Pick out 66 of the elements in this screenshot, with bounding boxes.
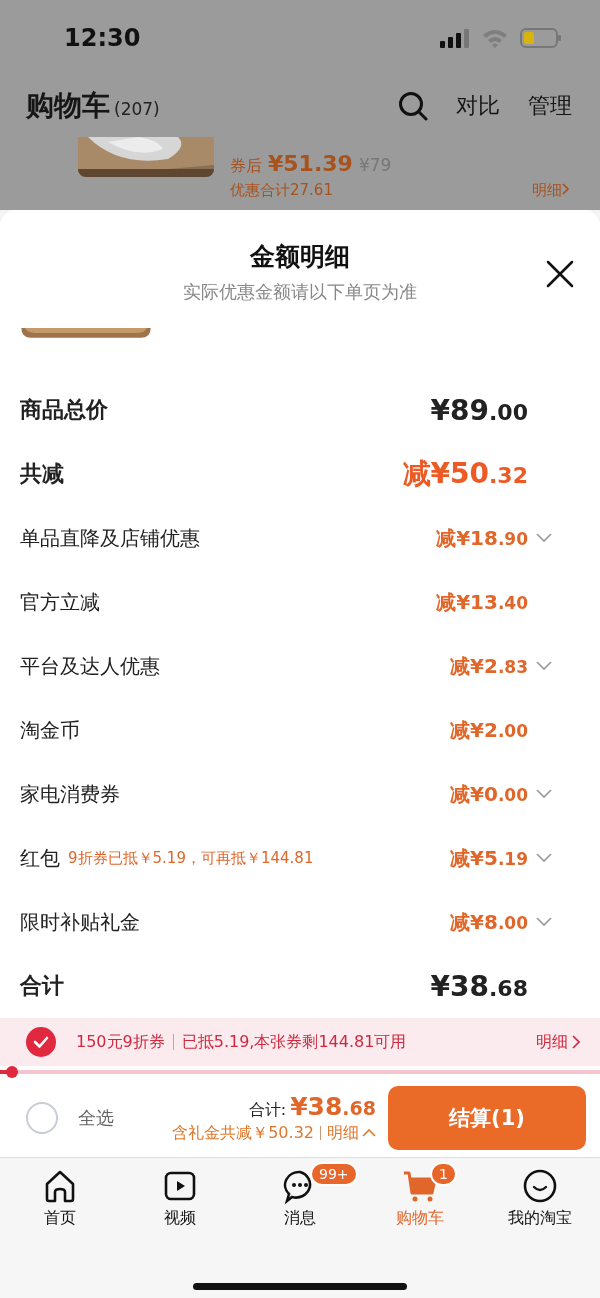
chevron-down-icon[interactable] — [536, 661, 552, 671]
checkbox-checked-icon[interactable] — [26, 1027, 56, 1057]
tab-label: 视频 — [164, 1208, 196, 1229]
amount: 减¥13.40 — [436, 588, 528, 616]
row-label: 共减 — [20, 460, 64, 488]
row-label: 合计 — [20, 972, 64, 1000]
chevron-right-icon — [562, 183, 570, 195]
tab-label: 消息 — [284, 1208, 316, 1229]
amount: 减¥8.00 — [450, 908, 528, 936]
tab-label: 购物车 — [396, 1208, 444, 1229]
sheet-title: 金额明细 — [250, 241, 350, 273]
tab-bar-item[interactable]: 视频 — [120, 1158, 240, 1240]
item-count: (207) — [114, 99, 160, 119]
amount: ¥38.68 — [430, 969, 528, 1003]
details-link[interactable]: 明细 — [536, 1031, 580, 1053]
discount-total: 优惠合计27.61 — [230, 181, 333, 200]
tab-bar-item[interactable]: 首页 — [0, 1158, 120, 1240]
amount: 减¥18.90 — [436, 524, 528, 552]
row-label: 官方立减 — [20, 588, 100, 616]
chevron-down-icon[interactable] — [536, 533, 552, 543]
row-label: 淘金币 — [20, 716, 80, 744]
row-label: 家电消费券 — [20, 780, 120, 808]
smiley-icon — [522, 1168, 558, 1204]
row-label: 单品直降及店铺优惠 — [20, 524, 200, 552]
savings-text: 含礼金共减￥50.32 — [172, 1122, 314, 1144]
count-badge: 1 — [430, 1162, 457, 1186]
wifi-icon — [482, 27, 508, 48]
amount: 减¥5.19 — [450, 844, 528, 872]
chevron-up-icon — [362, 1129, 376, 1137]
tab-bar-item[interactable]: 我的淘宝 — [480, 1158, 600, 1240]
amount: 减¥0.00 — [450, 780, 528, 808]
select-all-radio[interactable] — [26, 1101, 58, 1134]
row-label: 限时补贴礼金 — [20, 908, 140, 936]
row-label: 红包 — [20, 844, 60, 872]
amount: ¥89.00 — [430, 393, 528, 427]
price-label: 券后 — [230, 156, 262, 177]
count-badge: 99+ — [310, 1162, 358, 1186]
coupon-name: 150元9折券 — [76, 1031, 165, 1053]
page-title: 购物车 — [26, 88, 110, 124]
select-all-label[interactable]: 全选 — [78, 1105, 114, 1130]
tab-bar-item[interactable]: 购物车 1 — [360, 1158, 480, 1240]
coupon-price: ¥51.39 — [268, 151, 353, 176]
tab-label: 我的淘宝 — [508, 1208, 572, 1229]
signal-icon — [440, 27, 470, 48]
amount: 减¥50.32 — [402, 456, 528, 492]
amount: 减¥2.83 — [450, 652, 528, 680]
chevron-right-icon — [572, 1035, 580, 1049]
tab-bar-item[interactable]: 消息 99+ — [240, 1158, 360, 1240]
total-label: 合计: — [248, 1099, 287, 1121]
search-icon — [398, 91, 428, 121]
chevron-down-icon[interactable] — [536, 789, 552, 799]
battery-icon — [520, 27, 562, 48]
header-action[interactable]: 对比 — [456, 91, 500, 121]
coupon-info: 已抵5.19,本张券剩144.81可用 — [181, 1031, 407, 1053]
chevron-down-icon[interactable] — [536, 917, 552, 927]
close-icon[interactable] — [546, 260, 574, 288]
status-time: 12:30 — [64, 23, 141, 52]
chevron-down-icon[interactable] — [536, 853, 552, 863]
tab-label: 首页 — [44, 1208, 76, 1229]
header-action[interactable]: 管理 — [528, 91, 572, 121]
amount: 减¥2.00 — [450, 716, 528, 744]
row-label: 商品总价 — [20, 396, 108, 424]
row-label: 平台及达人优惠 — [20, 652, 160, 680]
sheet-subtitle: 实际优惠金额请以下单页为准 — [183, 280, 417, 304]
total-price: ¥38.68 — [290, 1091, 376, 1121]
row-note: 9折券已抵￥5.19，可再抵￥144.81 — [68, 848, 314, 868]
